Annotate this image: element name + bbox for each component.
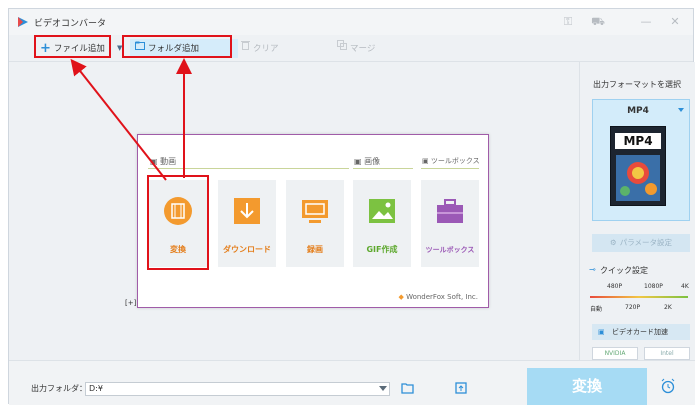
toolbox-tile[interactable]: ツールボックス: [421, 180, 479, 267]
gif-image-icon: [369, 199, 395, 223]
quality-480p: 480P: [607, 283, 623, 290]
output-folder-path: D:¥: [89, 384, 103, 393]
quality-720p: 720P: [625, 304, 641, 311]
parameter-settings-label: パラメータ設定: [619, 238, 672, 247]
minimize-icon[interactable]: —: [639, 15, 653, 29]
merge-label: マージ: [350, 44, 376, 54]
thumbnail-label: MP4: [615, 133, 661, 149]
image-section-icon: ▣: [354, 157, 365, 166]
toolbox-section-icon: ▣: [422, 157, 431, 165]
title-bar: ビデオコンバータ ⚿ ⛟ — ✕: [9, 9, 693, 35]
intel-badge[interactable]: Intel: [644, 347, 690, 360]
highlight-convert-tile: [147, 175, 209, 270]
download-tile[interactable]: ダウンロード: [218, 180, 276, 267]
output-folder-dropdown-icon[interactable]: [379, 386, 387, 391]
clear-label: クリア: [253, 44, 279, 54]
key-icon[interactable]: ⚿: [561, 15, 575, 29]
video-section-header: ▣ 動画: [150, 156, 176, 167]
output-folder-input[interactable]: D:¥: [85, 382, 390, 396]
parameter-settings-button[interactable]: ⚙ パラメータ設定: [592, 234, 690, 252]
app-logo-icon: [18, 17, 28, 27]
gpu-acceleration-button[interactable]: ▣ ビデオカード加速: [592, 324, 690, 340]
open-folder-icon[interactable]: [455, 382, 467, 394]
quality-2k: 2K: [664, 304, 672, 311]
clear-button[interactable]: クリア: [241, 39, 279, 58]
browse-folder-icon[interactable]: [401, 382, 415, 394]
side-text: [+]: [125, 299, 137, 307]
trash-icon: [241, 39, 250, 58]
nvidia-badge[interactable]: NVIDIA: [592, 347, 638, 360]
toolbox-section-divider: [421, 168, 479, 169]
screen-record-tile-label: 録画: [307, 245, 323, 254]
video-section-divider: [148, 168, 349, 169]
format-name: MP4: [627, 106, 649, 116]
output-panel: 出力フォーマットを選択 MP4 MP4 ⚙ パラメータ設定 ⊸ クイック設定 48…: [579, 62, 695, 360]
settings-icon: ⚙: [609, 238, 617, 247]
convert-button[interactable]: 変換: [527, 368, 647, 405]
quality-1080p: 1080P: [644, 283, 663, 290]
wonderfox-logo-icon: ◆: [398, 293, 407, 301]
quality-track[interactable]: [590, 296, 688, 298]
merge-icon: [337, 39, 347, 58]
toolbox-section-header: ▣ ツールボックス: [422, 156, 480, 166]
toolbox-tile-label: ツールボックス: [425, 246, 475, 254]
download-tile-label: ダウンロード: [223, 245, 271, 254]
merge-button[interactable]: マージ: [337, 39, 375, 58]
format-dropdown-icon: [678, 108, 684, 112]
image-section-header: ▣ 画像: [354, 156, 380, 167]
screen-record-tile[interactable]: 録画: [286, 180, 344, 267]
gpu-acceleration-label: ビデオカード加速: [612, 328, 668, 336]
alarm-clock-icon[interactable]: [660, 378, 676, 394]
quality-4k: 4K: [681, 283, 689, 290]
bottom-bar: 出力フォルダ： D:¥ 変換: [9, 360, 695, 405]
output-folder-label: 出力フォルダ：: [31, 384, 87, 393]
toolbar: + ファイル追加 ▼ フォルダ追加 クリア マージ: [9, 35, 693, 62]
quick-settings-label: クイック設定: [600, 266, 648, 275]
highlight-add-folder: [122, 35, 232, 58]
download-icon: [234, 198, 260, 224]
image-section-divider: [353, 168, 413, 169]
output-format-title: 出力フォーマットを選択: [593, 80, 681, 89]
toolbox-icon: [437, 199, 463, 223]
cart-icon[interactable]: ⛟: [591, 15, 605, 29]
chip-icon: ▣: [598, 328, 605, 336]
quick-settings-icon: ⊸: [589, 265, 596, 274]
quality-auto: 自動: [590, 306, 603, 313]
screen-record-icon: [302, 200, 328, 223]
brand-footer: ◆ WonderFox Soft, Inc.: [398, 293, 478, 301]
video-section-label: 動画: [160, 157, 177, 166]
image-section-label: 画像: [364, 157, 381, 166]
balloon-art-icon: [616, 155, 660, 201]
output-format-selector[interactable]: MP4 MP4: [592, 99, 690, 221]
close-icon[interactable]: ✕: [668, 15, 682, 29]
gif-maker-tile[interactable]: GIF作成: [353, 180, 411, 267]
highlight-add-file: [34, 35, 111, 58]
gif-maker-tile-label: GIF作成: [366, 245, 398, 254]
brand-name: WonderFox Soft, Inc.: [406, 293, 478, 301]
app-title: ビデオコンバータ: [34, 19, 107, 29]
toolbox-section-label: ツールボックス: [430, 157, 480, 165]
video-section-icon: ▣: [150, 157, 161, 166]
mp4-thumbnail-icon: MP4: [610, 126, 666, 206]
